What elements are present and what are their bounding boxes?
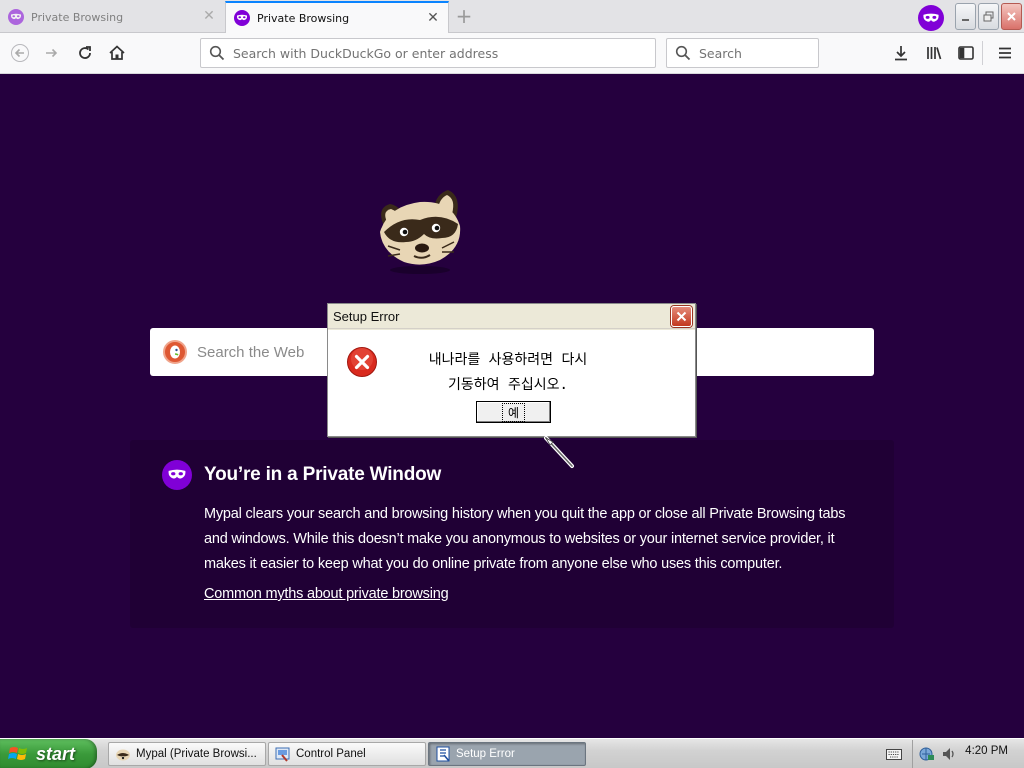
tab-strip: Private Browsing ✕ Private Browsing ✕ + [0,0,1024,33]
taskbar-item-setup-error[interactable]: Setup Error [428,742,586,766]
dialog-titlebar[interactable]: Setup Error [328,304,695,329]
private-mask-icon [234,10,250,26]
menu-button[interactable] [991,39,1019,67]
hamburger-menu-icon [999,47,1011,59]
minimize-icon [961,18,969,21]
dialog-ok-button[interactable]: 예 [476,401,551,423]
sidebar-icon [958,46,974,60]
dialog-title: Setup Error [333,308,400,324]
close-tab-icon[interactable]: ✕ [426,11,440,25]
search-bar[interactable] [666,38,819,68]
control-panel-icon [275,747,290,762]
reload-button[interactable] [71,39,99,67]
taskbar-item-label: Setup Error [456,748,515,760]
setup-icon [436,746,450,762]
dialog-message: 내나라를 사용하려면 다시 기동하여 주십시오. [428,352,588,393]
library-icon [927,47,942,60]
search-input[interactable] [699,45,818,61]
navigation-bar [0,33,1024,74]
taskbar-clock[interactable]: 4:20 PM [965,745,1008,757]
close-icon [676,311,687,322]
page-search-placeholder: Search the Web [197,343,305,361]
minimize-button[interactable] [955,3,976,30]
taskbar-item-control-panel[interactable]: Control Panel [268,742,426,766]
home-icon [109,45,125,60]
private-mask-icon [8,9,24,25]
library-button[interactable] [920,39,948,67]
ok-button-label: 예 [501,402,526,422]
taskbar-item-mypal[interactable]: Mypal (Private Browsi... [108,742,266,766]
duckduckgo-logo-icon [163,340,187,364]
taskbar-item-label: Mypal (Private Browsi... [136,748,257,760]
keyboard-icon[interactable] [886,747,902,761]
close-tab-icon[interactable]: ✕ [202,9,216,23]
taskbar-item-label: Control Panel [296,748,366,760]
private-mask-icon [162,460,192,490]
address-bar[interactable] [200,38,656,68]
setup-error-dialog: Setup Error 내나라를 사용하려면 다시 기동하여 주십시오. 예 [327,303,696,437]
volume-icon[interactable] [941,746,957,762]
reload-icon [79,46,91,59]
restore-button[interactable] [978,3,999,30]
home-button[interactable] [103,39,131,67]
tab-label: Private Browsing [257,11,350,25]
downloads-button[interactable] [887,39,915,67]
tab-private-browsing-1[interactable]: Private Browsing ✕ [0,1,224,33]
restore-icon [983,11,994,22]
private-window-description: Mypal clears your search and browsing hi… [204,506,846,572]
toolbar-separator [982,41,983,65]
dialog-close-button[interactable] [671,306,692,327]
search-icon [209,45,225,61]
private-browsing-myths-link[interactable]: Common myths about private browsing [204,586,449,602]
private-browsing-indicator-icon [918,5,944,31]
private-window-info-panel: You’re in a Private Window Mypal clears … [130,440,894,628]
tab-private-browsing-2[interactable]: Private Browsing ✕ [225,1,449,33]
back-arrow-icon [11,44,29,62]
start-button[interactable]: start [0,739,97,768]
windows-logo-icon [8,747,27,760]
address-input[interactable] [233,45,655,61]
close-window-button[interactable] [1001,3,1022,30]
start-label: start [36,743,76,764]
raccoon-logo-icon [380,190,461,274]
mypal-icon [116,749,130,761]
private-window-heading: You’re in a Private Window [204,464,442,485]
forward-button[interactable] [38,39,66,67]
new-tab-button[interactable]: + [452,5,476,29]
dialog-body: 내나라를 사용하려면 다시 기동하여 주십시오. 예 [328,330,695,436]
close-icon [1007,12,1016,21]
forward-arrow-icon [46,48,58,58]
search-icon [675,45,691,61]
back-button[interactable] [6,39,34,67]
tab-label: Private Browsing [31,10,124,24]
error-icon [347,347,377,377]
sidebar-button[interactable] [952,39,980,67]
taskbar: start Mypal (Private Browsi... Control P… [0,738,1024,768]
download-icon [895,46,907,61]
mouse-cursor-icon [544,436,574,468]
network-icon[interactable] [919,746,935,762]
